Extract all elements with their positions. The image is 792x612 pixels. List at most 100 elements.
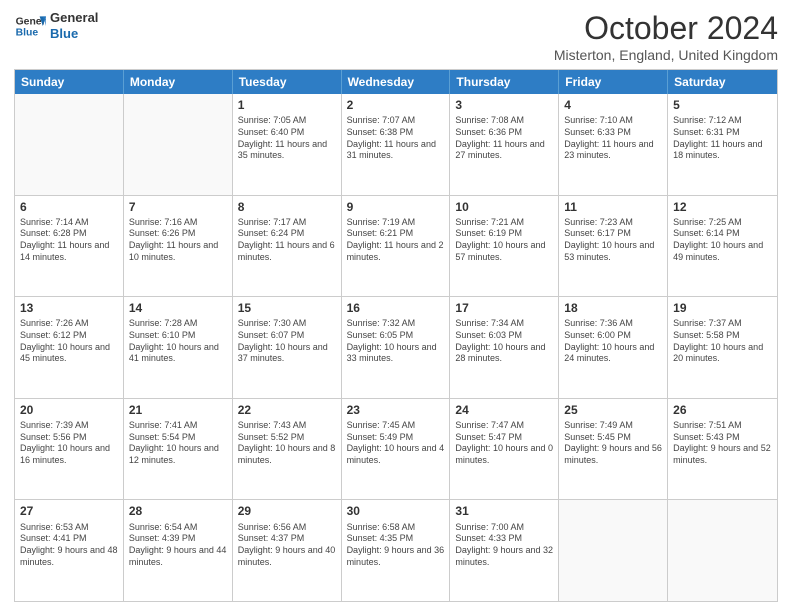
day-header-thursday: Thursday bbox=[450, 70, 559, 94]
calendar-cell: 23 Sunrise: 7:45 AM Sunset: 5:49 PM Dayli… bbox=[342, 399, 451, 500]
day-number: 27 bbox=[20, 503, 118, 519]
day-number: 18 bbox=[564, 300, 662, 316]
day-number: 31 bbox=[455, 503, 553, 519]
day-number: 21 bbox=[129, 402, 227, 418]
cell-info: Sunrise: 6:53 AM Sunset: 4:41 PM Dayligh… bbox=[20, 522, 118, 569]
cell-info: Sunrise: 7:43 AM Sunset: 5:52 PM Dayligh… bbox=[238, 420, 336, 467]
cell-info: Sunrise: 7:23 AM Sunset: 6:17 PM Dayligh… bbox=[564, 217, 662, 264]
calendar-cell bbox=[124, 94, 233, 195]
day-number: 28 bbox=[129, 503, 227, 519]
cell-info: Sunrise: 7:26 AM Sunset: 6:12 PM Dayligh… bbox=[20, 318, 118, 365]
day-number: 11 bbox=[564, 199, 662, 215]
calendar-row-2: 6Sunrise: 7:14 AM Sunset: 6:28 PM Daylig… bbox=[15, 195, 777, 297]
cell-info: Sunrise: 7:34 AM Sunset: 6:03 PM Dayligh… bbox=[455, 318, 553, 365]
cell-info: Sunrise: 7:10 AM Sunset: 6:33 PM Dayligh… bbox=[564, 115, 662, 162]
cell-info: Sunrise: 7:07 AM Sunset: 6:38 PM Dayligh… bbox=[347, 115, 445, 162]
cell-info: Sunrise: 7:36 AM Sunset: 6:00 PM Dayligh… bbox=[564, 318, 662, 365]
day-number: 23 bbox=[347, 402, 445, 418]
day-header-saturday: Saturday bbox=[668, 70, 777, 94]
calendar-row-3: 13 Sunrise: 7:26 AM Sunset: 6:12 PM Dayli… bbox=[15, 296, 777, 398]
calendar-row-4: 20 Sunrise: 7:39 AM Sunset: 5:56 PM Dayli… bbox=[15, 398, 777, 500]
day-number: 25 bbox=[564, 402, 662, 418]
calendar-cell: 3 Sunrise: 7:08 AM Sunset: 6:36 PM Daylig… bbox=[450, 94, 559, 195]
day-number: 2 bbox=[347, 97, 445, 113]
cell-info: Sunrise: 6:58 AM Sunset: 4:35 PM Dayligh… bbox=[347, 522, 445, 569]
day-number: 1 bbox=[238, 97, 336, 113]
day-header-friday: Friday bbox=[559, 70, 668, 94]
day-number: 13 bbox=[20, 300, 118, 316]
title-block: October 2024 Misterton, England, United … bbox=[554, 10, 778, 63]
cell-info: Sunrise: 7:32 AM Sunset: 6:05 PM Dayligh… bbox=[347, 318, 445, 365]
cell-info: Sunrise: 7:37 AM Sunset: 5:58 PM Dayligh… bbox=[673, 318, 772, 365]
cell-info: Sunrise: 7:16 AM Sunset: 6:26 PM Dayligh… bbox=[129, 217, 227, 264]
calendar-row-5: 27 Sunrise: 6:53 AM Sunset: 4:41 PM Dayli… bbox=[15, 499, 777, 601]
day-number: 30 bbox=[347, 503, 445, 519]
cell-info: Sunrise: 7:45 AM Sunset: 5:49 PM Dayligh… bbox=[347, 420, 445, 467]
day-number: 9 bbox=[347, 199, 445, 215]
calendar-header: SundayMondayTuesdayWednesdayThursdayFrid… bbox=[15, 70, 777, 94]
cell-info: Sunrise: 7:47 AM Sunset: 5:47 PM Dayligh… bbox=[455, 420, 553, 467]
cell-info: Sunrise: 7:39 AM Sunset: 5:56 PM Dayligh… bbox=[20, 420, 118, 467]
cell-info: Sunrise: 7:00 AM Sunset: 4:33 PM Dayligh… bbox=[455, 522, 553, 569]
cell-info: Sunrise: 6:54 AM Sunset: 4:39 PM Dayligh… bbox=[129, 522, 227, 569]
cell-info: Sunrise: 7:30 AM Sunset: 6:07 PM Dayligh… bbox=[238, 318, 336, 365]
logo: General Blue General Blue bbox=[14, 10, 98, 42]
calendar-cell: 24 Sunrise: 7:47 AM Sunset: 5:47 PM Dayli… bbox=[450, 399, 559, 500]
calendar-cell: 6Sunrise: 7:14 AM Sunset: 6:28 PM Daylig… bbox=[15, 196, 124, 297]
calendar-cell: 10 Sunrise: 7:21 AM Sunset: 6:19 PM Dayli… bbox=[450, 196, 559, 297]
month-title: October 2024 bbox=[554, 10, 778, 47]
calendar-cell bbox=[15, 94, 124, 195]
calendar-cell: 19 Sunrise: 7:37 AM Sunset: 5:58 PM Dayli… bbox=[668, 297, 777, 398]
calendar-cell: 1Sunrise: 7:05 AM Sunset: 6:40 PM Daylig… bbox=[233, 94, 342, 195]
calendar-cell: 18 Sunrise: 7:36 AM Sunset: 6:00 PM Dayli… bbox=[559, 297, 668, 398]
day-number: 4 bbox=[564, 97, 662, 113]
calendar-cell: 17 Sunrise: 7:34 AM Sunset: 6:03 PM Dayli… bbox=[450, 297, 559, 398]
day-number: 10 bbox=[455, 199, 553, 215]
logo-text: General Blue bbox=[50, 10, 98, 41]
calendar-cell: 21Sunrise: 7:41 AM Sunset: 5:54 PM Dayli… bbox=[124, 399, 233, 500]
calendar-cell: 15Sunrise: 7:30 AM Sunset: 6:07 PM Dayli… bbox=[233, 297, 342, 398]
calendar-cell: 16 Sunrise: 7:32 AM Sunset: 6:05 PM Dayli… bbox=[342, 297, 451, 398]
day-number: 29 bbox=[238, 503, 336, 519]
cell-info: Sunrise: 7:08 AM Sunset: 6:36 PM Dayligh… bbox=[455, 115, 553, 162]
calendar-cell: 29Sunrise: 6:56 AM Sunset: 4:37 PM Dayli… bbox=[233, 500, 342, 601]
calendar-body: 1Sunrise: 7:05 AM Sunset: 6:40 PM Daylig… bbox=[15, 94, 777, 601]
page-header: General Blue General Blue October 2024 M… bbox=[14, 10, 778, 63]
calendar-cell: 30 Sunrise: 6:58 AM Sunset: 4:35 PM Dayli… bbox=[342, 500, 451, 601]
day-number: 7 bbox=[129, 199, 227, 215]
cell-info: Sunrise: 7:19 AM Sunset: 6:21 PM Dayligh… bbox=[347, 217, 445, 264]
calendar-cell: 7 Sunrise: 7:16 AM Sunset: 6:26 PM Daylig… bbox=[124, 196, 233, 297]
day-number: 24 bbox=[455, 402, 553, 418]
calendar-cell: 13 Sunrise: 7:26 AM Sunset: 6:12 PM Dayli… bbox=[15, 297, 124, 398]
day-number: 22 bbox=[238, 402, 336, 418]
day-number: 17 bbox=[455, 300, 553, 316]
calendar-cell: 12Sunrise: 7:25 AM Sunset: 6:14 PM Dayli… bbox=[668, 196, 777, 297]
cell-info: Sunrise: 7:25 AM Sunset: 6:14 PM Dayligh… bbox=[673, 217, 772, 264]
calendar-cell: 28 Sunrise: 6:54 AM Sunset: 4:39 PM Dayli… bbox=[124, 500, 233, 601]
day-header-tuesday: Tuesday bbox=[233, 70, 342, 94]
calendar-cell bbox=[559, 500, 668, 601]
day-number: 6 bbox=[20, 199, 118, 215]
cell-info: Sunrise: 7:21 AM Sunset: 6:19 PM Dayligh… bbox=[455, 217, 553, 264]
calendar-cell: 11 Sunrise: 7:23 AM Sunset: 6:17 PM Dayli… bbox=[559, 196, 668, 297]
calendar-row-1: 1Sunrise: 7:05 AM Sunset: 6:40 PM Daylig… bbox=[15, 94, 777, 195]
day-number: 14 bbox=[129, 300, 227, 316]
day-number: 19 bbox=[673, 300, 772, 316]
day-number: 3 bbox=[455, 97, 553, 113]
cell-info: Sunrise: 7:28 AM Sunset: 6:10 PM Dayligh… bbox=[129, 318, 227, 365]
calendar-cell bbox=[668, 500, 777, 601]
cell-info: Sunrise: 7:51 AM Sunset: 5:43 PM Dayligh… bbox=[673, 420, 772, 467]
day-header-monday: Monday bbox=[124, 70, 233, 94]
calendar-cell: 27 Sunrise: 6:53 AM Sunset: 4:41 PM Dayli… bbox=[15, 500, 124, 601]
calendar-cell: 14 Sunrise: 7:28 AM Sunset: 6:10 PM Dayli… bbox=[124, 297, 233, 398]
logo-icon: General Blue bbox=[14, 10, 46, 42]
day-number: 26 bbox=[673, 402, 772, 418]
day-number: 5 bbox=[673, 97, 772, 113]
svg-text:Blue: Blue bbox=[16, 28, 39, 39]
calendar-cell: 8Sunrise: 7:17 AM Sunset: 6:24 PM Daylig… bbox=[233, 196, 342, 297]
day-number: 20 bbox=[20, 402, 118, 418]
cell-info: Sunrise: 7:49 AM Sunset: 5:45 PM Dayligh… bbox=[564, 420, 662, 467]
day-number: 16 bbox=[347, 300, 445, 316]
cell-info: Sunrise: 7:17 AM Sunset: 6:24 PM Dayligh… bbox=[238, 217, 336, 264]
day-header-wednesday: Wednesday bbox=[342, 70, 451, 94]
